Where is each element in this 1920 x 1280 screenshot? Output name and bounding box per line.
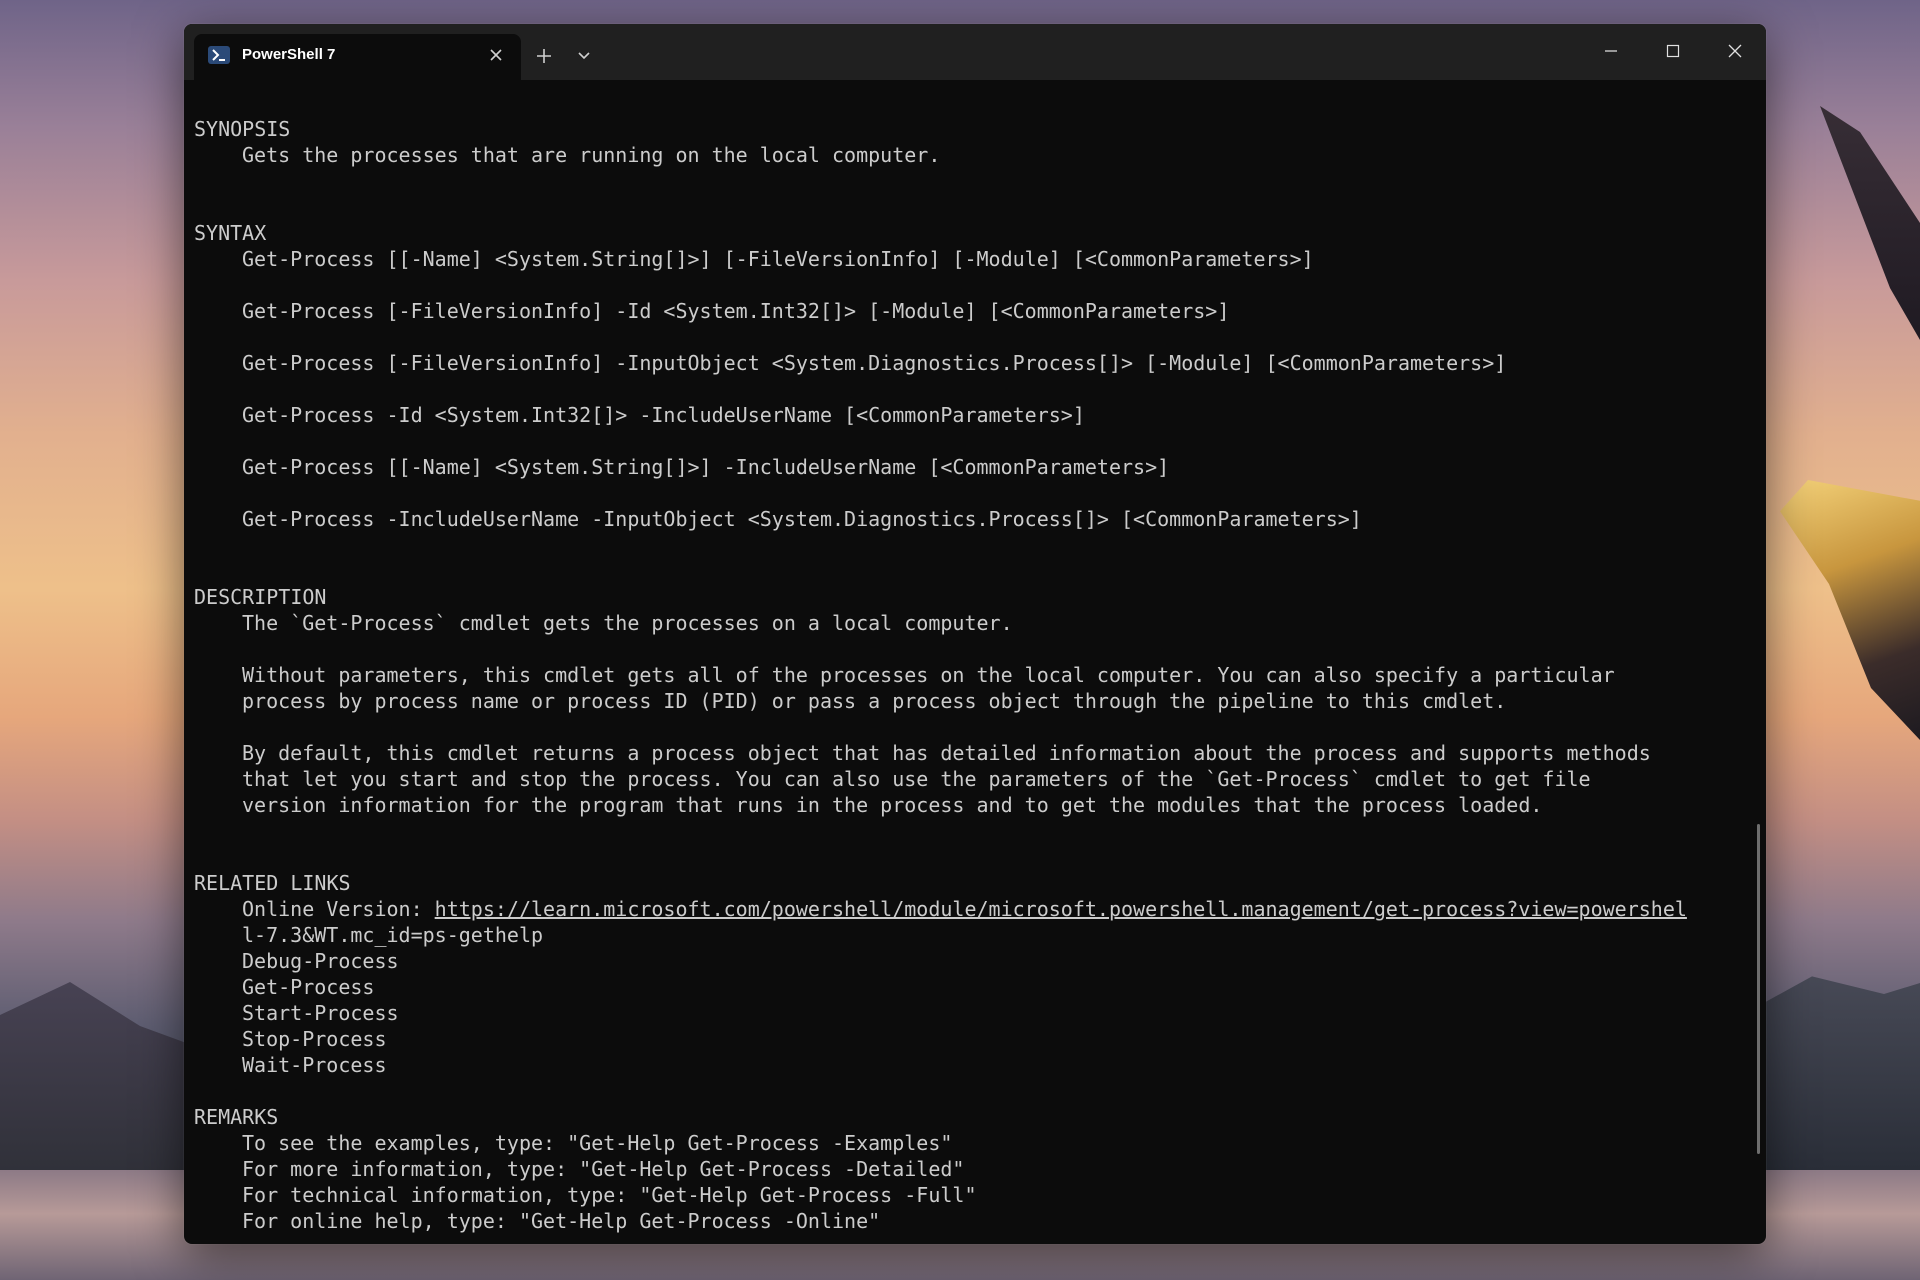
syntax-line: Get-Process [-FileVersionInfo] -Id <Syst…	[242, 299, 1230, 323]
syntax-line: Get-Process -IncludeUserName -InputObjec…	[242, 507, 1362, 531]
close-window-icon[interactable]	[1704, 24, 1766, 80]
background-spire	[1820, 106, 1920, 340]
online-version-label: Online Version:	[242, 897, 435, 921]
syntax-heading: SYNTAX	[194, 221, 267, 245]
maximize-icon[interactable]	[1642, 24, 1704, 80]
background-mountains-left	[0, 982, 200, 1180]
syntax-line: Get-Process [[-Name] <System.String[]>] …	[242, 247, 1314, 271]
description-text: By default, this cmdlet returns a proces…	[242, 741, 1651, 765]
terminal-output[interactable]: SYNOPSIS Gets the processes that are run…	[194, 116, 1754, 1236]
tab-powershell[interactable]: PowerShell 7	[194, 34, 521, 80]
description-text: process by process name or process ID (P…	[242, 689, 1507, 713]
powershell-icon	[208, 46, 230, 64]
syntax-line: Get-Process -Id <System.Int32[]> -Includ…	[242, 403, 1085, 427]
syntax-line: Get-Process [[-Name] <System.String[]>] …	[242, 455, 1170, 479]
related-link-item: Wait-Process	[242, 1053, 387, 1077]
tab-close-icon[interactable]	[485, 44, 507, 66]
description-text: version information for the program that…	[242, 793, 1543, 817]
vertical-scrollbar[interactable]	[1757, 824, 1760, 1154]
remarks-line: For online help, type: "Get-Help Get-Pro…	[242, 1209, 881, 1233]
related-links-heading: RELATED LINKS	[194, 871, 351, 895]
online-version-link-cont[interactable]: l-7.3&WT.mc_id=ps-gethelp	[194, 922, 1754, 948]
minimize-icon[interactable]	[1580, 24, 1642, 80]
title-bar[interactable]: PowerShell 7	[184, 24, 1766, 80]
online-version-line: Online Version: https://learn.microsoft.…	[194, 896, 1754, 922]
syntax-line: Get-Process [-FileVersionInfo] -InputObj…	[242, 351, 1507, 375]
description-text: Without parameters, this cmdlet gets all…	[242, 663, 1615, 687]
related-link-item: Debug-Process	[242, 949, 399, 973]
online-version-link[interactable]: https://learn.microsoft.com/powershell/m…	[435, 897, 1687, 921]
related-link-item: Stop-Process	[242, 1027, 387, 1051]
synopsis-heading: SYNOPSIS	[194, 117, 291, 141]
related-link-item: Start-Process	[242, 1001, 399, 1025]
remarks-heading: REMARKS	[194, 1105, 279, 1129]
background-mountains-right	[1740, 976, 1920, 1170]
terminal-window: PowerShell 7 SYNOPSIS Gets the processes…	[184, 24, 1766, 1244]
remarks-line: To see the examples, type: "Get-Help Get…	[242, 1131, 953, 1155]
chevron-down-icon[interactable]	[568, 40, 600, 72]
tab-title: PowerShell 7	[242, 46, 336, 63]
description-text: that let you start and stop the process.…	[242, 767, 1591, 791]
new-tab-plus-icon[interactable]	[528, 40, 560, 72]
description-heading: DESCRIPTION	[194, 585, 327, 609]
remarks-line: For technical information, type: "Get-He…	[242, 1183, 977, 1207]
description-text: The `Get-Process` cmdlet gets the proces…	[242, 611, 1013, 635]
synopsis-text: Gets the processes that are running on t…	[242, 143, 941, 167]
related-link-item: Get-Process	[242, 975, 375, 999]
remarks-line: For more information, type: "Get-Help Ge…	[242, 1157, 965, 1181]
